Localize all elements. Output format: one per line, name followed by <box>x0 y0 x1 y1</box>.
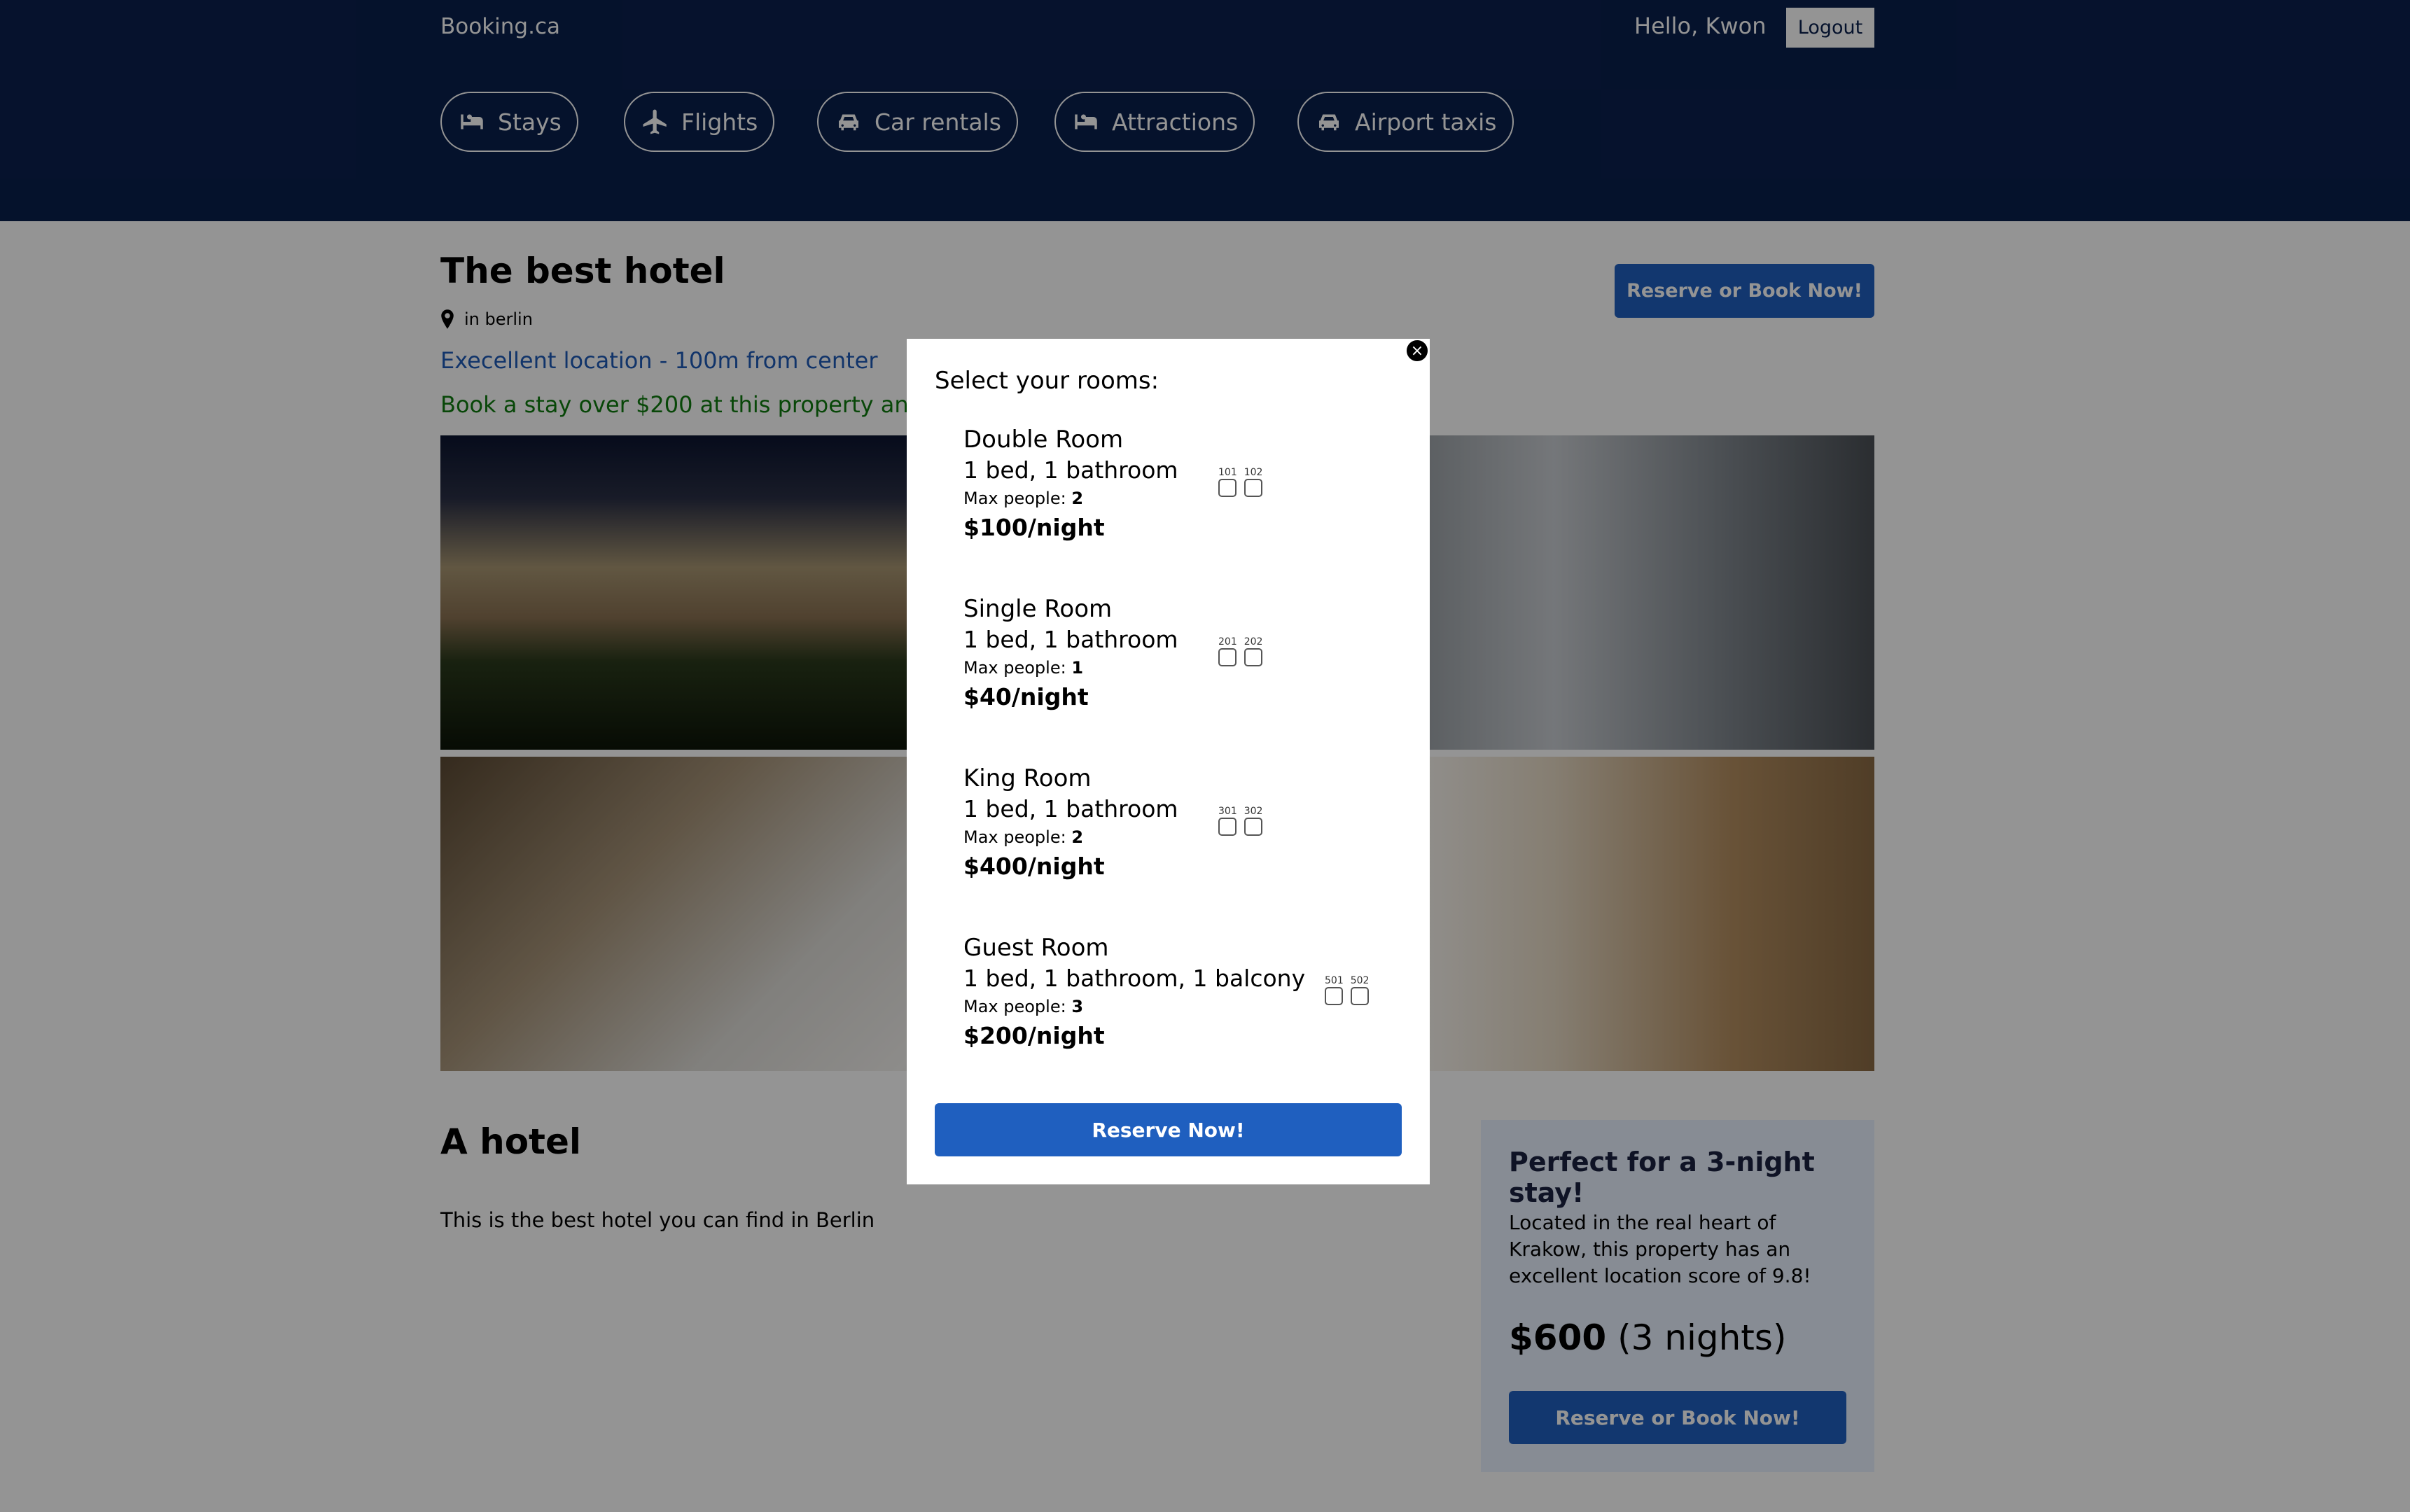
room-price: $200/night <box>963 1022 1105 1049</box>
room-name: Single Room <box>963 595 1113 623</box>
room-price: $400/night <box>963 853 1105 880</box>
room-checkbox[interactable] <box>1218 648 1237 666</box>
room-option-501[interactable]: 501 <box>1325 974 1344 1005</box>
room-checkbox[interactable] <box>1325 987 1344 1005</box>
room-number: 301 <box>1218 806 1237 817</box>
room-number-options: 501 502 <box>1325 974 1369 1005</box>
room-desc: 1 bed, 1 bathroom <box>963 626 1178 653</box>
room-option-302[interactable]: 302 <box>1244 805 1263 836</box>
room-checkbox[interactable] <box>1244 479 1263 497</box>
max-people-value: 1 <box>1071 658 1084 678</box>
reserve-now-button[interactable]: Reserve Now! <box>935 1103 1402 1156</box>
max-people-value: 3 <box>1071 997 1084 1016</box>
room-item: King Room 1 bed, 1 bathroom Max people: … <box>963 763 1412 883</box>
room-checkbox[interactable] <box>1351 987 1370 1005</box>
room-price: $40/night <box>963 683 1089 710</box>
max-people-label: Max people: <box>963 997 1066 1016</box>
max-people-value: 2 <box>1071 827 1084 847</box>
close-icon[interactable]: × <box>1405 339 1429 363</box>
room-name: Guest Room <box>963 934 1109 962</box>
room-checkbox[interactable] <box>1244 648 1263 666</box>
room-option-101[interactable]: 101 <box>1218 466 1237 497</box>
modal-title: Select your rooms: <box>935 367 1159 395</box>
room-option-202[interactable]: 202 <box>1244 636 1263 666</box>
room-option-502[interactable]: 502 <box>1350 974 1370 1005</box>
room-price: $100/night <box>963 514 1105 541</box>
room-number: 102 <box>1244 467 1263 478</box>
max-people-value: 2 <box>1071 489 1084 508</box>
room-checkbox[interactable] <box>1218 479 1237 497</box>
room-number: 202 <box>1244 636 1263 648</box>
room-option-201[interactable]: 201 <box>1218 636 1237 666</box>
room-option-102[interactable]: 102 <box>1244 466 1263 497</box>
room-number: 502 <box>1350 975 1370 986</box>
room-checkbox[interactable] <box>1244 818 1263 836</box>
room-number: 302 <box>1244 806 1263 817</box>
room-number-options: 101 102 <box>1218 466 1262 497</box>
room-name: King Room <box>963 764 1092 792</box>
room-name: Double Room <box>963 426 1124 454</box>
room-option-301[interactable]: 301 <box>1218 805 1237 836</box>
max-people-label: Max people: <box>963 658 1066 678</box>
room-max-people: Max people: 2 <box>963 825 1412 850</box>
room-max-people: Max people: 1 <box>963 655 1412 680</box>
room-item: Double Room 1 bed, 1 bathroom Max people… <box>963 424 1412 545</box>
room-desc: 1 bed, 1 bathroom <box>963 456 1178 484</box>
room-number: 201 <box>1218 636 1237 648</box>
max-people-label: Max people: <box>963 827 1066 847</box>
room-max-people: Max people: 2 <box>963 486 1412 511</box>
room-number: 501 <box>1325 975 1344 986</box>
max-people-label: Max people: <box>963 489 1066 508</box>
room-number: 101 <box>1218 467 1237 478</box>
room-desc: 1 bed, 1 bathroom <box>963 795 1178 822</box>
room-number-options: 201 202 <box>1218 636 1262 666</box>
room-number-options: 301 302 <box>1218 805 1262 836</box>
room-select-modal: Select your rooms: Double Room 1 bed, 1 … <box>907 339 1430 1184</box>
room-checkbox[interactable] <box>1218 818 1237 836</box>
room-item: Single Room 1 bed, 1 bathroom Max people… <box>963 594 1412 714</box>
